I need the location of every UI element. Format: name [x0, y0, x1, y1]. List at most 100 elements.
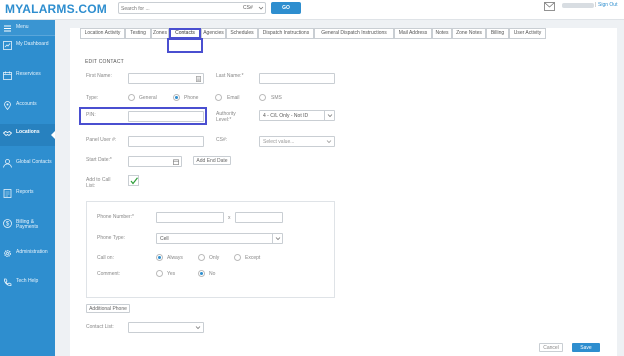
- tab-billing[interactable]: Billing: [486, 28, 509, 39]
- add-to-call-list-label: Add to Call List:: [86, 177, 111, 189]
- phone-icon: [4, 278, 12, 286]
- sign-out-link[interactable]: Sign Out: [598, 2, 617, 8]
- contact-list-label: Contact List:: [86, 324, 114, 330]
- authority-level-value: 4 - C/L Only - Not ID: [263, 113, 309, 119]
- cancel-button[interactable]: Cancel: [539, 343, 563, 352]
- separator: |: [595, 2, 597, 8]
- tab-general-dispatch-instructions[interactable]: General Dispatch Instructions: [314, 28, 394, 39]
- type-phone-radio[interactable]: [173, 94, 180, 101]
- phone-type-value: Cell: [160, 236, 169, 242]
- comment-no-radio[interactable]: [198, 270, 205, 277]
- panel-user-label: Panel User #:: [86, 137, 117, 143]
- authority-level-select[interactable]: 4 - C/L Only - Not ID: [259, 110, 335, 121]
- sidebar-item-accounts[interactable]: Accounts: [0, 96, 55, 118]
- call-on-except-radio[interactable]: [234, 254, 241, 261]
- sidebar-item-administration[interactable]: Administration: [0, 244, 55, 266]
- sidebar-item-dashboard[interactable]: My Dashboard: [0, 36, 55, 58]
- sidebar-item-tech-help[interactable]: Tech Help: [0, 273, 55, 295]
- call-on-always-radio[interactable]: [156, 254, 163, 261]
- top-bar: MYALARMS.COM CS# GO | Sign Out: [0, 0, 624, 20]
- search-scope-select[interactable]: CS#: [243, 5, 253, 11]
- comment-label: Comment:: [97, 271, 121, 277]
- type-email-radio[interactable]: [215, 94, 222, 101]
- dollar-icon: $: [3, 219, 12, 228]
- tab-mail-address[interactable]: Mail Address: [394, 28, 432, 39]
- pin-highlight: [79, 107, 207, 125]
- sidebar-item-label: Reports: [16, 189, 34, 195]
- call-on-always-label: Always: [167, 255, 183, 261]
- chevron-down-icon: [275, 237, 281, 241]
- tab-notes[interactable]: Notes: [432, 28, 452, 39]
- tab-schedules[interactable]: Schedules: [226, 28, 258, 39]
- comment-yes-label: Yes: [167, 271, 176, 277]
- call-on-only-label: Only: [209, 255, 220, 261]
- user-name-blurred: [562, 3, 594, 8]
- tab-location-activity[interactable]: Location Activity: [80, 28, 125, 39]
- location-pin-icon: [4, 101, 11, 110]
- authority-level-label: Authority Level:*: [216, 111, 236, 123]
- tab-user-activity[interactable]: User Activity: [509, 28, 546, 39]
- menu-toggle[interactable]: Menu: [0, 20, 55, 36]
- type-sms-radio[interactable]: [259, 94, 266, 101]
- chevron-down-icon[interactable]: [258, 4, 264, 12]
- call-on-only-radio[interactable]: [198, 254, 205, 261]
- sidebar-item-label: Administration: [16, 249, 48, 255]
- csr-label: CS#:: [216, 137, 228, 143]
- search-box: CS#: [118, 2, 266, 14]
- first-name-label: First Name:: [86, 73, 112, 79]
- tab-zone-notes[interactable]: Zone Notes: [452, 28, 486, 39]
- tab-agencies[interactable]: Agencies: [201, 28, 226, 39]
- sidebar-item-label: Tech Help: [16, 278, 39, 284]
- sidebar: Menu My Dashboard Reservices Accounts Lo…: [0, 20, 55, 356]
- save-button[interactable]: Save: [572, 343, 600, 352]
- type-general-radio[interactable]: [128, 94, 135, 101]
- sidebar-item-label: Locations: [16, 129, 40, 135]
- phone-type-select[interactable]: Cell: [156, 233, 283, 244]
- sidebar-item-label: Billing & Payments: [16, 219, 39, 230]
- tab-testing[interactable]: Testing: [125, 28, 151, 39]
- sidebar-item-label: Reservices: [16, 71, 41, 77]
- phone-ext-separator: x: [228, 215, 231, 221]
- sidebar-item-locations[interactable]: Locations: [0, 124, 55, 146]
- type-email-label: Email: [227, 95, 240, 101]
- last-name-field[interactable]: [259, 73, 335, 84]
- person-icon: [3, 159, 12, 168]
- sidebar-item-reservices[interactable]: Reservices: [0, 66, 55, 88]
- sidebar-item-reports[interactable]: Reports: [0, 184, 55, 206]
- calendar-icon[interactable]: [173, 159, 179, 165]
- sidebar-item-billing-payments[interactable]: $ Billing & Payments: [0, 214, 55, 236]
- type-general-label: General: [139, 95, 157, 101]
- comment-yes-radio[interactable]: [156, 270, 163, 277]
- tab-dispatch-instructions[interactable]: Dispatch Instructions: [258, 28, 314, 39]
- sidebar-item-label: My Dashboard: [16, 41, 49, 47]
- report-icon: [3, 189, 12, 198]
- first-name-field[interactable]: [128, 73, 204, 84]
- csr-select[interactable]: Select value...: [259, 136, 335, 147]
- gear-icon: [4, 250, 11, 257]
- add-to-call-list-checkbox[interactable]: [128, 175, 139, 186]
- start-date-field[interactable]: [128, 156, 182, 167]
- dashboard-icon: [3, 41, 12, 50]
- logo[interactable]: MYALARMS.COM: [5, 2, 107, 16]
- active-caret: [51, 131, 55, 139]
- go-button[interactable]: GO: [271, 2, 301, 14]
- contact-list-select[interactable]: [128, 322, 204, 333]
- phone-number-field[interactable]: [156, 212, 224, 223]
- mail-icon[interactable]: [544, 2, 555, 11]
- sidebar-item-global-contacts[interactable]: Global Contacts: [0, 154, 55, 176]
- menu-label: Menu: [16, 24, 29, 30]
- select-chevron: [324, 111, 334, 120]
- type-sms-label: SMS: [271, 95, 282, 101]
- hamburger-icon[interactable]: [3, 24, 12, 33]
- additional-phone-button[interactable]: Additional Phone: [86, 304, 130, 313]
- search-input[interactable]: [121, 4, 229, 13]
- add-end-date-button[interactable]: Add End Date: [193, 156, 231, 165]
- chevron-down-icon: [195, 326, 201, 330]
- panel-user-field[interactable]: [128, 136, 204, 147]
- contact-card-icon[interactable]: [196, 76, 201, 82]
- calendar-icon: [3, 71, 12, 80]
- call-on-label: Call on:: [97, 255, 114, 261]
- phone-extension-field[interactable]: [235, 212, 283, 223]
- phone-number-label: Phone Number:*: [97, 214, 134, 220]
- type-phone-label: Phone: [184, 95, 199, 101]
